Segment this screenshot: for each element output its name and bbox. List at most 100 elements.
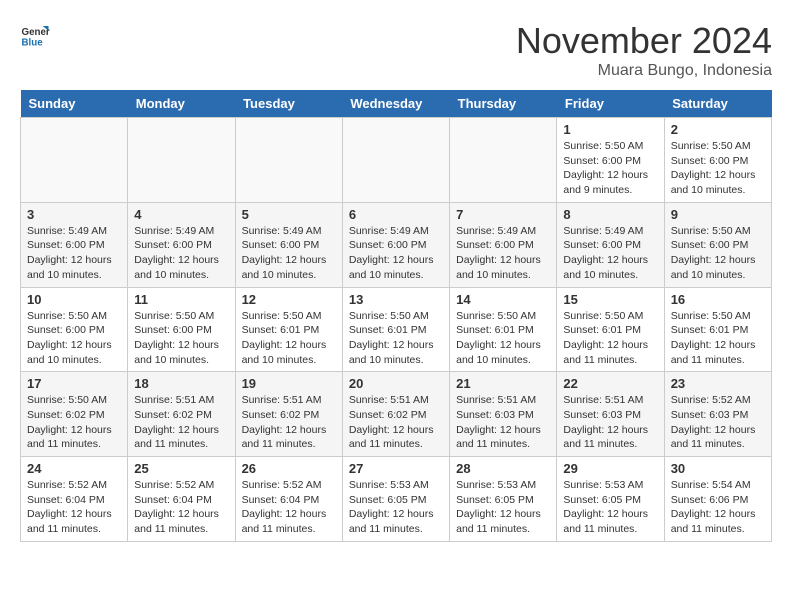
calendar-cell: 21 Sunrise: 5:51 AM Sunset: 6:03 PM Dayli… [450, 372, 557, 457]
day-info: Sunrise: 5:50 AM Sunset: 6:00 PM Dayligh… [671, 139, 765, 198]
calendar-cell [21, 118, 128, 203]
day-number: 8 [563, 207, 657, 222]
day-number: 1 [563, 122, 657, 137]
day-info: Sunrise: 5:49 AM Sunset: 6:00 PM Dayligh… [349, 224, 443, 283]
day-info: Sunrise: 5:50 AM Sunset: 6:01 PM Dayligh… [671, 309, 765, 368]
day-info: Sunrise: 5:50 AM Sunset: 6:02 PM Dayligh… [27, 393, 121, 452]
weekday-header-monday: Monday [128, 90, 235, 118]
day-number: 6 [349, 207, 443, 222]
day-info: Sunrise: 5:50 AM Sunset: 6:00 PM Dayligh… [27, 309, 121, 368]
day-info: Sunrise: 5:51 AM Sunset: 6:03 PM Dayligh… [563, 393, 657, 452]
calendar-cell: 22 Sunrise: 5:51 AM Sunset: 6:03 PM Dayli… [557, 372, 664, 457]
weekday-header-sunday: Sunday [21, 90, 128, 118]
weekday-header-saturday: Saturday [664, 90, 771, 118]
calendar-cell: 11 Sunrise: 5:50 AM Sunset: 6:00 PM Dayli… [128, 287, 235, 372]
day-info: Sunrise: 5:50 AM Sunset: 6:01 PM Dayligh… [456, 309, 550, 368]
day-info: Sunrise: 5:50 AM Sunset: 6:00 PM Dayligh… [134, 309, 228, 368]
week-row-4: 17 Sunrise: 5:50 AM Sunset: 6:02 PM Dayli… [21, 372, 772, 457]
day-info: Sunrise: 5:50 AM Sunset: 6:01 PM Dayligh… [242, 309, 336, 368]
page-header: General Blue November 2024 Muara Bungo, … [20, 20, 772, 80]
day-number: 12 [242, 292, 336, 307]
day-number: 29 [563, 461, 657, 476]
weekday-header-tuesday: Tuesday [235, 90, 342, 118]
calendar-cell: 2 Sunrise: 5:50 AM Sunset: 6:00 PM Daylig… [664, 118, 771, 203]
calendar-cell [342, 118, 449, 203]
day-info: Sunrise: 5:53 AM Sunset: 6:05 PM Dayligh… [456, 478, 550, 537]
calendar-cell [128, 118, 235, 203]
day-number: 16 [671, 292, 765, 307]
day-number: 2 [671, 122, 765, 137]
title-section: November 2024 Muara Bungo, Indonesia [516, 20, 772, 80]
day-number: 5 [242, 207, 336, 222]
week-row-3: 10 Sunrise: 5:50 AM Sunset: 6:00 PM Dayli… [21, 287, 772, 372]
day-info: Sunrise: 5:51 AM Sunset: 6:03 PM Dayligh… [456, 393, 550, 452]
day-info: Sunrise: 5:54 AM Sunset: 6:06 PM Dayligh… [671, 478, 765, 537]
day-number: 25 [134, 461, 228, 476]
day-number: 26 [242, 461, 336, 476]
calendar-cell: 10 Sunrise: 5:50 AM Sunset: 6:00 PM Dayli… [21, 287, 128, 372]
day-number: 7 [456, 207, 550, 222]
day-number: 19 [242, 376, 336, 391]
day-info: Sunrise: 5:49 AM Sunset: 6:00 PM Dayligh… [563, 224, 657, 283]
calendar-cell: 16 Sunrise: 5:50 AM Sunset: 6:01 PM Dayli… [664, 287, 771, 372]
day-info: Sunrise: 5:53 AM Sunset: 6:05 PM Dayligh… [349, 478, 443, 537]
day-number: 11 [134, 292, 228, 307]
calendar-cell: 24Sunrise: 5:52 AM Sunset: 6:04 PM Dayli… [21, 457, 128, 542]
week-row-5: 24Sunrise: 5:52 AM Sunset: 6:04 PM Dayli… [21, 457, 772, 542]
day-number: 10 [27, 292, 121, 307]
day-number: 28 [456, 461, 550, 476]
day-number: 23 [671, 376, 765, 391]
day-number: 18 [134, 376, 228, 391]
day-info: Sunrise: 5:49 AM Sunset: 6:00 PM Dayligh… [27, 224, 121, 283]
day-number: 3 [27, 207, 121, 222]
svg-text:General: General [22, 27, 51, 38]
day-number: 14 [456, 292, 550, 307]
calendar-cell: 17 Sunrise: 5:50 AM Sunset: 6:02 PM Dayli… [21, 372, 128, 457]
day-info: Sunrise: 5:50 AM Sunset: 6:00 PM Dayligh… [671, 224, 765, 283]
day-number: 15 [563, 292, 657, 307]
day-info: Sunrise: 5:49 AM Sunset: 6:00 PM Dayligh… [242, 224, 336, 283]
calendar-table: SundayMondayTuesdayWednesdayThursdayFrid… [20, 90, 772, 542]
day-info: Sunrise: 5:52 AM Sunset: 6:04 PM Dayligh… [134, 478, 228, 537]
calendar-cell: 19 Sunrise: 5:51 AM Sunset: 6:02 PM Dayli… [235, 372, 342, 457]
calendar-cell [235, 118, 342, 203]
weekday-header-wednesday: Wednesday [342, 90, 449, 118]
day-info: Sunrise: 5:50 AM Sunset: 6:01 PM Dayligh… [349, 309, 443, 368]
day-number: 17 [27, 376, 121, 391]
day-number: 30 [671, 461, 765, 476]
calendar-cell: 14 Sunrise: 5:50 AM Sunset: 6:01 PM Dayli… [450, 287, 557, 372]
calendar-cell: 26 Sunrise: 5:52 AM Sunset: 6:04 PM Dayli… [235, 457, 342, 542]
weekday-header-row: SundayMondayTuesdayWednesdayThursdayFrid… [21, 90, 772, 118]
day-number: 22 [563, 376, 657, 391]
calendar-cell: 1 Sunrise: 5:50 AM Sunset: 6:00 PM Daylig… [557, 118, 664, 203]
day-info: Sunrise: 5:51 AM Sunset: 6:02 PM Dayligh… [242, 393, 336, 452]
calendar-cell: 28 Sunrise: 5:53 AM Sunset: 6:05 PM Dayli… [450, 457, 557, 542]
day-info: Sunrise: 5:50 AM Sunset: 6:00 PM Dayligh… [563, 139, 657, 198]
calendar-cell: 30 Sunrise: 5:54 AM Sunset: 6:06 PM Dayli… [664, 457, 771, 542]
calendar-cell: 4Sunrise: 5:49 AM Sunset: 6:00 PM Daylig… [128, 202, 235, 287]
calendar-cell: 15Sunrise: 5:50 AM Sunset: 6:01 PM Dayli… [557, 287, 664, 372]
calendar-cell: 27Sunrise: 5:53 AM Sunset: 6:05 PM Dayli… [342, 457, 449, 542]
day-info: Sunrise: 5:52 AM Sunset: 6:04 PM Dayligh… [242, 478, 336, 537]
calendar-cell: 5 Sunrise: 5:49 AM Sunset: 6:00 PM Daylig… [235, 202, 342, 287]
svg-text:Blue: Blue [22, 38, 44, 49]
calendar-cell: 9 Sunrise: 5:50 AM Sunset: 6:00 PM Daylig… [664, 202, 771, 287]
day-info: Sunrise: 5:51 AM Sunset: 6:02 PM Dayligh… [349, 393, 443, 452]
calendar-cell: 25 Sunrise: 5:52 AM Sunset: 6:04 PM Dayli… [128, 457, 235, 542]
calendar-cell: 7 Sunrise: 5:49 AM Sunset: 6:00 PM Daylig… [450, 202, 557, 287]
logo: General Blue [20, 20, 50, 50]
day-info: Sunrise: 5:51 AM Sunset: 6:02 PM Dayligh… [134, 393, 228, 452]
day-info: Sunrise: 5:52 AM Sunset: 6:04 PM Dayligh… [27, 478, 121, 537]
calendar-cell: 13 Sunrise: 5:50 AM Sunset: 6:01 PM Dayli… [342, 287, 449, 372]
weekday-header-thursday: Thursday [450, 90, 557, 118]
day-number: 9 [671, 207, 765, 222]
day-number: 21 [456, 376, 550, 391]
calendar-cell: 6 Sunrise: 5:49 AM Sunset: 6:00 PM Daylig… [342, 202, 449, 287]
week-row-2: 3 Sunrise: 5:49 AM Sunset: 6:00 PM Daylig… [21, 202, 772, 287]
calendar-cell: 12 Sunrise: 5:50 AM Sunset: 6:01 PM Dayli… [235, 287, 342, 372]
week-row-1: 1 Sunrise: 5:50 AM Sunset: 6:00 PM Daylig… [21, 118, 772, 203]
day-number: 13 [349, 292, 443, 307]
day-info: Sunrise: 5:49 AM Sunset: 6:00 PM Dayligh… [134, 224, 228, 283]
calendar-cell: 23Sunrise: 5:52 AM Sunset: 6:03 PM Dayli… [664, 372, 771, 457]
day-info: Sunrise: 5:49 AM Sunset: 6:00 PM Dayligh… [456, 224, 550, 283]
